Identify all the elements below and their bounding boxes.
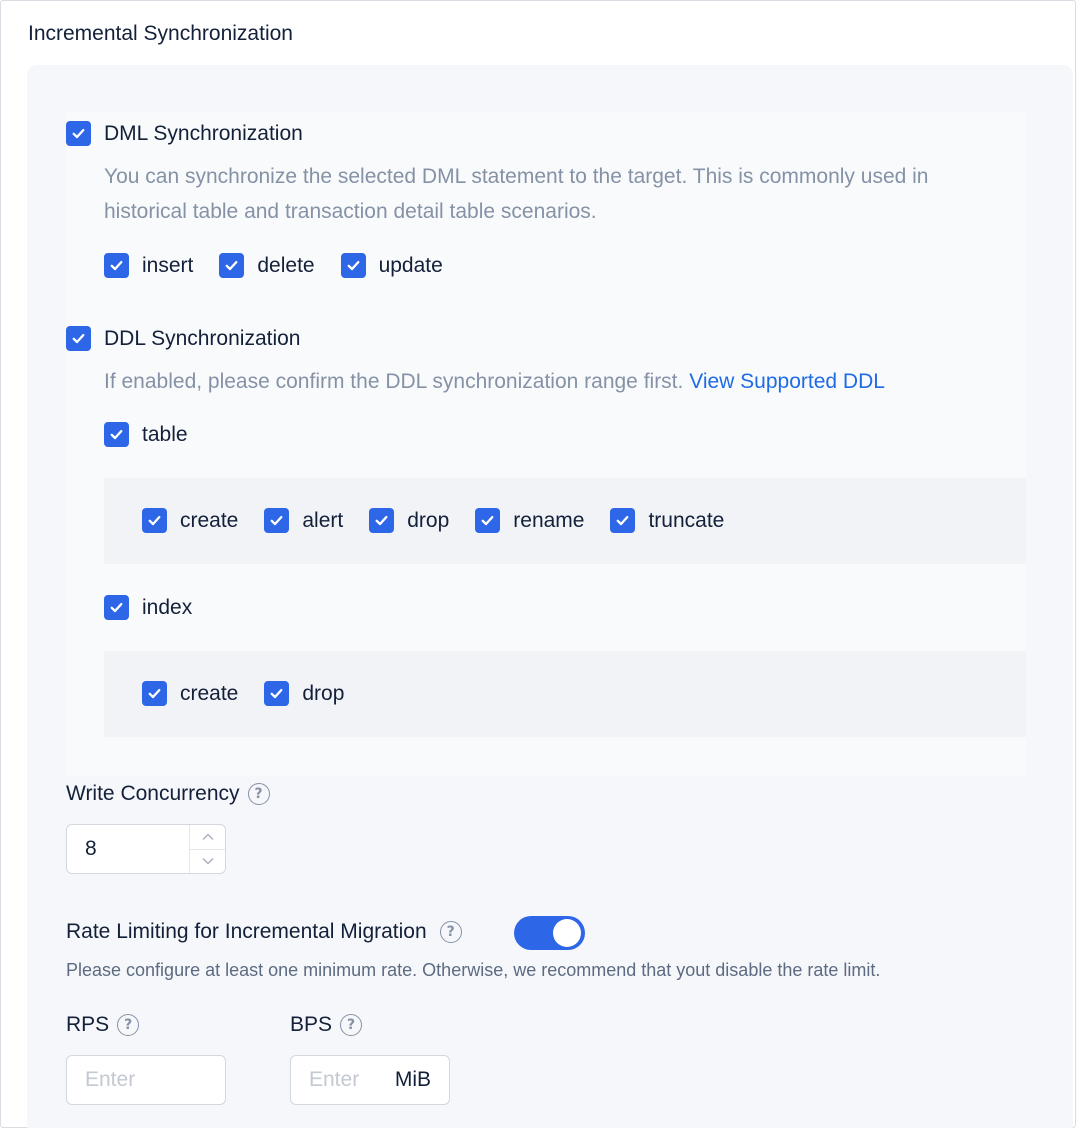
dml-options: insert delete update — [104, 253, 469, 278]
ddl-description: If enabled, please confirm the DDL synch… — [104, 364, 885, 399]
check-icon — [219, 253, 245, 278]
table-option-label: alert — [302, 508, 344, 532]
table-option-create[interactable]: create — [142, 508, 238, 533]
bps-unit: MiB — [394, 1068, 431, 1091]
check-icon — [610, 508, 636, 533]
check-icon — [104, 422, 129, 447]
view-supported-ddl-link[interactable]: View Supported DDL — [689, 370, 885, 393]
bps-input[interactable]: Enter MiB — [290, 1055, 450, 1105]
stepper-buttons — [189, 825, 225, 873]
write-concurrency-text: Write Concurrency — [66, 782, 240, 805]
check-icon — [369, 508, 395, 533]
check-icon — [340, 253, 366, 278]
write-concurrency-label: Write Concurrency ? — [66, 782, 270, 806]
dml-option-update[interactable]: update — [340, 253, 443, 278]
ddl-sync-label: DDL Synchronization — [104, 326, 301, 350]
dml-sync-label: DML Synchronization — [104, 121, 303, 145]
check-icon — [142, 681, 167, 706]
check-icon — [66, 121, 91, 146]
dml-option-delete[interactable]: delete — [219, 253, 315, 278]
dml-description-line1: You can synchronize the selected DML sta… — [104, 165, 929, 188]
rps-input[interactable]: Enter — [66, 1055, 226, 1105]
table-option-truncate[interactable]: truncate — [610, 508, 724, 533]
bps-placeholder: Enter — [309, 1068, 360, 1091]
check-icon — [104, 253, 129, 278]
index-option-label: drop — [302, 681, 345, 705]
chevron-down-icon[interactable] — [190, 848, 225, 874]
index-option-drop[interactable]: drop — [264, 681, 344, 706]
table-option-label: create — [180, 508, 239, 532]
ddl-index-label: index — [142, 595, 193, 619]
ddl-index-options: create drop — [142, 681, 370, 706]
rps-placeholder: Enter — [85, 1068, 136, 1091]
ddl-index-checkbox[interactable]: index — [104, 595, 192, 620]
rps-label: RPS ? — [66, 1013, 140, 1037]
ddl-table-options: create alert drop rename truncate — [142, 508, 750, 533]
rate-limiting-hint: Please configure at least one minimum ra… — [66, 960, 881, 980]
bps-text: BPS — [290, 1013, 333, 1036]
rate-limiting-text: Rate Limiting for Incremental Migration — [66, 920, 427, 943]
question-circle-icon[interactable]: ? — [117, 1014, 140, 1036]
table-option-label: truncate — [648, 508, 725, 532]
check-icon — [264, 681, 290, 706]
dml-sync-checkbox[interactable]: DML Synchronization — [66, 121, 303, 146]
ddl-table-label: table — [142, 422, 188, 446]
rps-text: RPS — [66, 1013, 110, 1036]
rate-limiting-toggle[interactable] — [514, 916, 585, 950]
dml-option-label: insert — [142, 253, 194, 277]
table-option-label: drop — [407, 508, 450, 532]
check-icon — [66, 326, 91, 351]
check-icon — [142, 508, 167, 533]
question-circle-icon[interactable]: ? — [340, 1014, 363, 1036]
index-option-create[interactable]: create — [142, 681, 238, 706]
check-icon — [475, 508, 501, 533]
rate-limiting-label: Rate Limiting for Incremental Migration … — [66, 920, 462, 944]
table-option-label: rename — [513, 508, 585, 532]
dml-description-line2: historical table and transaction detail … — [104, 200, 597, 223]
table-option-rename[interactable]: rename — [475, 508, 584, 533]
question-circle-icon[interactable]: ? — [247, 783, 270, 805]
section-title: Incremental Synchronization — [28, 22, 293, 45]
table-option-alert[interactable]: alert — [264, 508, 343, 533]
ddl-description-text: If enabled, please confirm the DDL synch… — [104, 370, 684, 393]
dml-description: You can synchronize the selected DML sta… — [104, 159, 929, 229]
table-option-drop[interactable]: drop — [369, 508, 449, 533]
question-circle-icon[interactable]: ? — [439, 921, 462, 943]
index-option-label: create — [180, 681, 239, 705]
dml-option-label: update — [378, 253, 443, 277]
write-concurrency-input[interactable]: 8 — [67, 825, 189, 873]
toggle-knob — [553, 919, 581, 947]
dml-option-insert[interactable]: insert — [104, 253, 193, 278]
chevron-up-icon[interactable] — [190, 825, 225, 849]
write-concurrency-stepper[interactable]: 8 — [66, 824, 226, 874]
ddl-table-checkbox[interactable]: table — [104, 422, 188, 447]
dml-option-label: delete — [257, 253, 315, 277]
ddl-sync-checkbox[interactable]: DDL Synchronization — [66, 326, 301, 351]
check-icon — [104, 595, 129, 620]
bps-label: BPS ? — [290, 1013, 363, 1037]
check-icon — [264, 508, 290, 533]
